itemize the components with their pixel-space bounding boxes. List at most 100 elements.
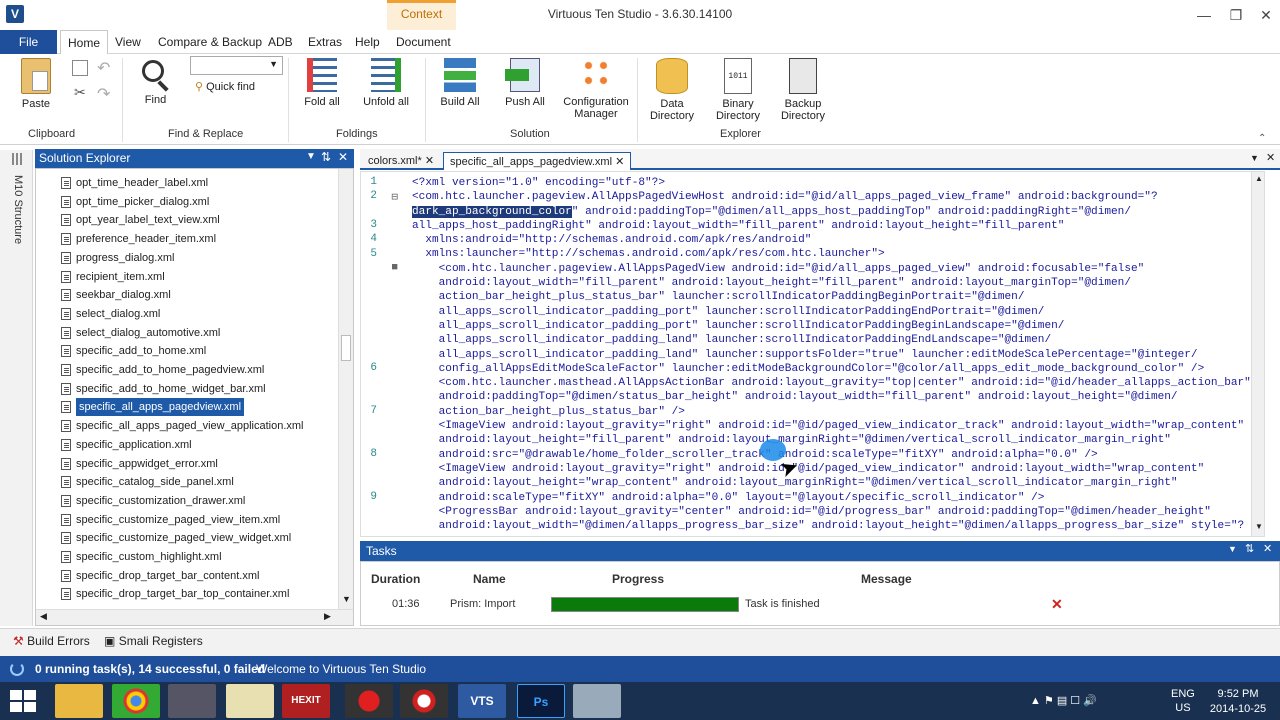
code-line[interactable]: all_apps_host_paddingRight" android:layo… (412, 219, 1251, 233)
find-button[interactable]: Find (128, 58, 183, 106)
build-all-button[interactable]: Build All (436, 58, 484, 108)
file-item[interactable]: select_dialog.xml (61, 305, 160, 323)
structure-tab[interactable]: M10 Structure (12, 175, 24, 244)
tray-icons[interactable]: ▲ ⚑ ▤ ☐ 🔊 (1030, 694, 1097, 707)
file-item[interactable]: opt_time_header_label.xml (61, 174, 208, 192)
binary-directory-button[interactable]: 1011 Binary Directory (712, 58, 764, 122)
smali-registers-tab[interactable]: ▣ Smali Registers (104, 634, 203, 648)
file-item[interactable]: specific_all_apps_pagedview.xml (61, 398, 245, 417)
pin-icon[interactable]: ⇅ (321, 150, 331, 164)
configuration-manager-button[interactable]: Configuration Manager (560, 58, 632, 120)
code-line[interactable]: android:scaleType="fitXY" android:alpha=… (412, 491, 1251, 505)
close-tab-icon[interactable]: ✕ (425, 155, 434, 167)
file-item[interactable]: specific_add_to_home.xml (61, 342, 206, 360)
code-line[interactable]: android:layout_height="fill_parent" andr… (412, 433, 1251, 447)
file-item[interactable]: seekbar_dialog.xml (61, 286, 171, 304)
code-line[interactable]: action_bar_height_plus_status_bar" /> (412, 405, 1251, 419)
language-indicator[interactable]: ENG US (1171, 687, 1195, 715)
file-item[interactable]: specific_all_apps_paged_view_application… (61, 417, 303, 435)
file-item[interactable]: specific_custom_highlight.xml (61, 548, 222, 566)
file-item[interactable]: specific_drop_target_bar_top_container.x… (61, 585, 289, 603)
file-item[interactable]: opt_year_label_text_view.xml (61, 211, 220, 229)
exit-app-icon[interactable]: HEXIT (282, 684, 330, 718)
editor-scrollbar[interactable]: ▲ ▼ (1251, 172, 1264, 536)
selected-text[interactable]: dark_ap_background_color (412, 205, 572, 218)
file-item[interactable]: specific_application.xml (61, 436, 192, 454)
col-duration[interactable]: Duration (371, 572, 420, 586)
notes-icon[interactable] (573, 684, 621, 718)
file-item[interactable]: specific_customize_paged_view_item.xml (61, 511, 280, 529)
col-message[interactable]: Message (861, 572, 912, 586)
file-item[interactable]: opt_time_picker_dialog.xml (61, 193, 209, 211)
code-line[interactable]: android:src="@drawable/home_folder_scrol… (412, 448, 1251, 462)
chrome-icon[interactable] (112, 684, 160, 718)
code-line[interactable]: <com.htc.launcher.pageview.AllAppsPagedV… (412, 262, 1251, 276)
tab-help[interactable]: Help (355, 30, 380, 54)
tab-compare-backup[interactable]: Compare & Backup (158, 30, 262, 54)
unfold-all-button[interactable]: Unfold all (362, 58, 410, 108)
photoshop-icon[interactable]: Ps (517, 684, 565, 718)
file-item[interactable]: specific_customization_drawer.xml (61, 492, 245, 510)
code-line[interactable]: android:layout_width="@dimen/allapps_pro… (412, 519, 1251, 533)
code-line[interactable]: <com.htc.launcher.masthead.AllAppsAction… (412, 376, 1251, 390)
scroll-left-icon[interactable]: ◀ (40, 611, 47, 622)
fold-all-button[interactable]: Fold all (298, 58, 346, 108)
redo-icon[interactable]: ↷ (97, 84, 110, 104)
dropdown-icon[interactable]: ▼ (306, 151, 316, 162)
dropdown-icon[interactable]: ▼ (1228, 544, 1237, 554)
collapse-ribbon-icon[interactable]: ⌃ (1258, 133, 1266, 144)
file-tab[interactable]: File (0, 30, 57, 54)
code-line[interactable]: config_allAppsEditModeScaleFactor" launc… (412, 362, 1251, 376)
file-item[interactable]: preference_header_item.xml (61, 230, 216, 248)
remove-task-icon[interactable]: ✕ (1051, 596, 1063, 613)
scroll-right-icon[interactable]: ▶ (324, 611, 331, 622)
file-item[interactable]: specific_catalog_side_panel.xml (61, 473, 234, 491)
start-icon[interactable] (10, 690, 36, 712)
restore-icon[interactable]: ❐ (1222, 4, 1250, 26)
col-progress[interactable]: Progress (612, 572, 664, 586)
record-icon[interactable] (345, 684, 393, 718)
code-line[interactable]: xmlns:launcher="http://schemas.android.c… (412, 247, 1251, 261)
file-item[interactable]: specific_add_to_home_pagedview.xml (61, 361, 264, 379)
code-editor[interactable]: 1 2 3 4 5 6 7 8 9 ⊟ ■ <?xml version="1.0" encoding… (360, 171, 1265, 537)
code-line[interactable]: action_bar_height_plus_status_bar" launc… (412, 290, 1251, 304)
tab-colors-xml[interactable]: colors.xml* ✕ (364, 152, 438, 170)
code-line[interactable]: all_apps_scroll_indicator_padding_port" … (412, 305, 1251, 319)
file-item[interactable]: specific_drop_target_bar_content.xml (61, 567, 259, 585)
code-line[interactable]: android:layout_height="wrap_content" and… (412, 476, 1251, 490)
code-line[interactable]: all_apps_scroll_indicator_padding_port" … (412, 319, 1251, 333)
scroll-down-icon[interactable]: ▼ (342, 594, 351, 604)
paste-button[interactable]: Paste (15, 58, 57, 110)
virtuous-ten-studio-icon[interactable]: VTS (458, 684, 506, 718)
file-explorer-icon[interactable] (55, 684, 103, 718)
code-line[interactable]: <?xml version="1.0" encoding="utf-8"?> (412, 176, 1251, 190)
code-text[interactable]: <?xml version="1.0" encoding="utf-8"?> <c… (412, 176, 1251, 533)
vertical-scrollbar[interactable]: ▼ (338, 169, 353, 609)
code-line[interactable]: android:layout_width="fill_parent" andro… (412, 276, 1251, 290)
quick-find-button[interactable]: ⚲ Quick find (195, 80, 255, 93)
file-item[interactable]: progress_dialog.xml (61, 249, 174, 267)
close-window-icon[interactable]: ✕ (1252, 4, 1280, 26)
data-directory-button[interactable]: Data Directory (648, 58, 696, 122)
scroll-up-icon[interactable]: ▲ (1255, 174, 1263, 183)
tab-view[interactable]: View (115, 30, 141, 54)
copy-icon[interactable] (72, 60, 88, 76)
fold-marker-icon[interactable]: ■ (382, 262, 398, 274)
code-line[interactable]: <com.htc.launcher.pageview.AllAppsPagedV… (412, 190, 1251, 204)
close-editor-icon[interactable]: ✕ (1266, 151, 1275, 164)
tab-document[interactable]: Document (396, 30, 451, 54)
code-line[interactable]: <ImageView android:layout_gravity="right… (412, 462, 1251, 476)
close-icon[interactable]: ✕ (338, 150, 348, 164)
media-icon[interactable] (400, 684, 448, 718)
code-line[interactable]: all_apps_scroll_indicator_padding_land" … (412, 333, 1251, 347)
code-line[interactable]: <ProgressBar android:layout_gravity="cen… (412, 505, 1251, 519)
tab-extras[interactable]: Extras (308, 30, 342, 54)
tab-home[interactable]: Home (60, 30, 109, 55)
tab-adb[interactable]: ADB (268, 30, 293, 54)
find-combobox[interactable]: ▼ (190, 56, 283, 75)
app-icon[interactable] (168, 684, 216, 718)
fold-marker-icon[interactable]: ⊟ (382, 190, 398, 204)
tab-specific-all-apps-pagedview[interactable]: specific_all_apps_pagedview.xml ✕ (443, 152, 632, 170)
code-line[interactable]: dark_ap_background_color" android:paddin… (412, 205, 1251, 219)
scroll-down-icon[interactable]: ▼ (1255, 522, 1263, 531)
